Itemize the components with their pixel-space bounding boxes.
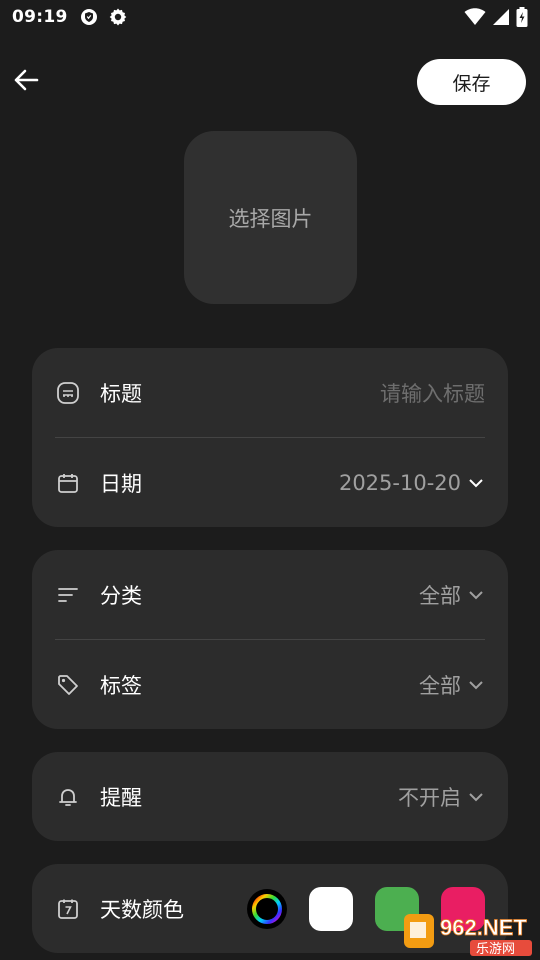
chevron-down-icon (467, 676, 485, 694)
back-arrow-icon (14, 69, 39, 91)
calendar-icon (55, 470, 81, 496)
chevron-down-icon (467, 586, 485, 604)
date-label: 日期 (100, 471, 142, 496)
tag-select[interactable]: 全部 (419, 670, 485, 700)
basic-info-card: 标题 请输入标题 日期 2025-10-20 (32, 348, 508, 527)
watermark-line2: 乐游网 (476, 942, 515, 957)
chevron-down-icon (467, 788, 485, 806)
save-button[interactable]: 保存 (417, 59, 526, 105)
back-button[interactable] (8, 62, 44, 98)
sort-lines-icon (55, 582, 81, 608)
reminder-card: 提醒 不开启 (32, 752, 508, 841)
day-color-label: 天数颜色 (100, 897, 184, 922)
classification-card: 分类 全部 标签 全部 (32, 550, 508, 729)
category-label: 分类 (100, 583, 142, 608)
title-icon (55, 380, 81, 406)
signal-icon (492, 8, 510, 26)
category-select[interactable]: 全部 (419, 580, 485, 610)
date-select[interactable]: 2025-10-20 (339, 471, 485, 495)
status-bar: 09:19 (0, 0, 540, 34)
bell-icon (55, 784, 81, 810)
tag-value: 全部 (419, 673, 461, 698)
settings-gear-icon (108, 7, 128, 27)
category-value: 全部 (419, 583, 461, 608)
tag-row[interactable]: 标签 全部 (32, 640, 508, 729)
chevron-down-icon (467, 474, 485, 492)
watermark-logo: 962.NET 乐游网 (400, 908, 536, 958)
battery-charging-icon (516, 7, 528, 27)
category-row[interactable]: 分类 全部 (32, 550, 508, 639)
tag-icon (55, 672, 81, 698)
reminder-select[interactable]: 不开启 (398, 782, 485, 812)
title-input[interactable]: 请输入标题 (380, 378, 485, 408)
status-time: 09:19 (12, 7, 68, 27)
watermark-line1: 962.NET (440, 915, 527, 940)
calendar-day-icon (55, 896, 81, 922)
title-label: 标题 (100, 381, 142, 406)
custom-color-picker[interactable] (247, 888, 287, 929)
reminder-row[interactable]: 提醒 不开启 (32, 752, 508, 841)
reminder-value: 不开启 (398, 785, 461, 810)
tag-label: 标签 (100, 673, 142, 698)
date-value: 2025-10-20 (338, 470, 461, 495)
vpn-shield-icon (80, 8, 98, 26)
image-picker[interactable]: 选择图片 (184, 131, 357, 304)
wifi-icon (464, 8, 486, 26)
image-picker-label: 选择图片 (228, 206, 313, 231)
color-wheel-icon (252, 893, 282, 924)
reminder-label: 提醒 (100, 785, 142, 810)
title-row[interactable]: 标题 请输入标题 (32, 348, 508, 437)
color-swatch-white[interactable] (309, 886, 353, 931)
date-row[interactable]: 日期 2025-10-20 (32, 438, 508, 527)
